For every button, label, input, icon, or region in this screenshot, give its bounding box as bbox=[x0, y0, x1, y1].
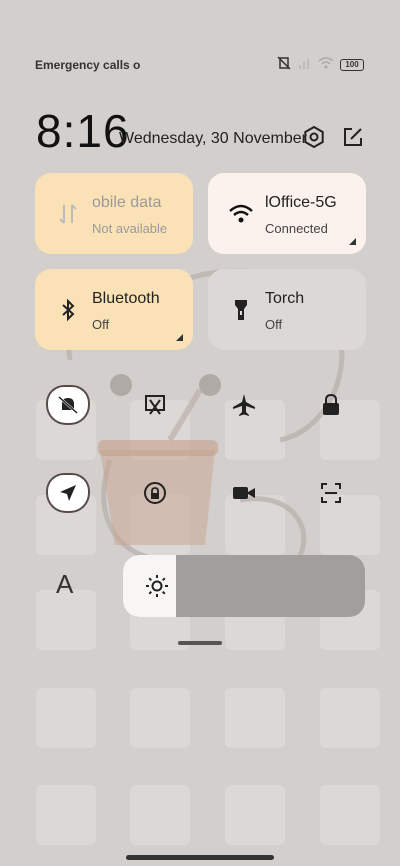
battery-indicator: 100 bbox=[340, 59, 364, 71]
status-carrier-text: Emergency calls o bbox=[35, 58, 141, 72]
tile-mobile-data[interactable]: obile data Not available bbox=[35, 173, 193, 254]
rotation-lock-icon bbox=[144, 482, 166, 504]
scan-toggle[interactable] bbox=[309, 471, 353, 515]
mute-icon bbox=[58, 396, 78, 414]
tile-subtitle: Connected bbox=[265, 221, 328, 236]
tile-wifi[interactable]: lOffice-5G Connected bbox=[208, 173, 366, 254]
mute-toggle[interactable] bbox=[46, 383, 90, 427]
mobile-data-icon bbox=[55, 201, 81, 227]
expand-corner-icon[interactable] bbox=[349, 238, 356, 245]
rotation-lock-toggle[interactable] bbox=[133, 471, 177, 515]
font-size-button[interactable]: A bbox=[56, 569, 73, 600]
expand-corner-icon[interactable] bbox=[176, 334, 183, 341]
tile-subtitle: Off bbox=[92, 317, 110, 332]
screenshot-toggle[interactable] bbox=[133, 383, 177, 427]
bluetooth-icon bbox=[55, 297, 81, 323]
tile-subtitle: Not available bbox=[92, 221, 168, 236]
sun-icon bbox=[146, 575, 168, 597]
settings-icon[interactable] bbox=[301, 124, 327, 150]
tile-subtitle: Off bbox=[265, 317, 283, 332]
tile-torch[interactable]: Torch Off bbox=[208, 269, 366, 350]
clock: 8:16 bbox=[36, 105, 130, 157]
brightness-slider[interactable] bbox=[123, 555, 365, 617]
video-toggle[interactable] bbox=[222, 471, 266, 515]
date: Wednesday, 30 November bbox=[119, 130, 307, 147]
tile-title: Bluetooth bbox=[92, 290, 160, 307]
edit-icon[interactable] bbox=[340, 124, 366, 150]
wifi-status-icon bbox=[318, 56, 334, 74]
tile-title: Torch bbox=[265, 290, 305, 307]
vibrate-off-icon bbox=[276, 55, 292, 76]
location-icon bbox=[60, 485, 76, 501]
airplane-icon bbox=[233, 394, 255, 416]
screenshot-icon bbox=[145, 395, 165, 415]
tile-title: obile data bbox=[92, 194, 162, 211]
tile-title: lOffice-5G bbox=[265, 194, 337, 211]
tile-bluetooth[interactable]: Bluetooth Off bbox=[35, 269, 193, 350]
panel-drag-handle[interactable] bbox=[178, 641, 222, 645]
wifi-icon bbox=[228, 201, 254, 227]
scan-icon bbox=[321, 483, 341, 503]
airplane-toggle[interactable] bbox=[222, 383, 266, 427]
signal-icon bbox=[298, 56, 312, 74]
video-icon bbox=[233, 487, 255, 499]
location-toggle[interactable] bbox=[46, 471, 90, 515]
status-bar: Emergency calls o 100 bbox=[35, 55, 364, 76]
lock-toggle[interactable] bbox=[309, 383, 353, 427]
lock-icon bbox=[323, 393, 339, 415]
gesture-nav-bar[interactable] bbox=[126, 855, 274, 860]
torch-icon bbox=[228, 297, 254, 323]
